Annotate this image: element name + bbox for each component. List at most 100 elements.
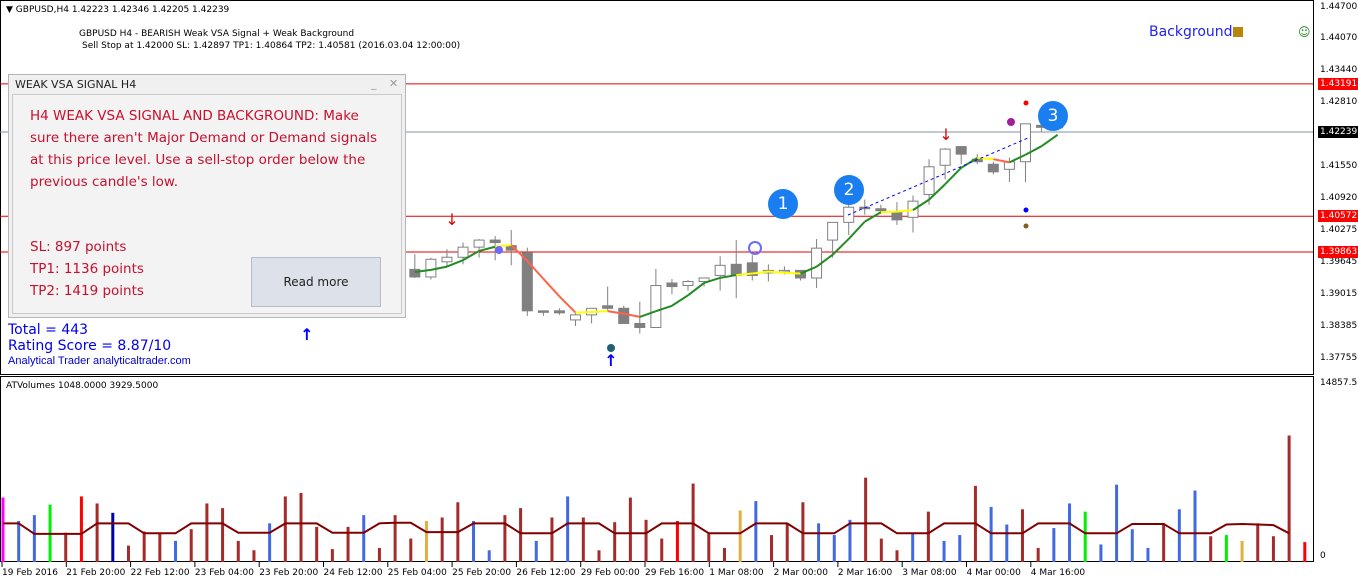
candle-body [891, 211, 903, 221]
sell-arrow-icon: ↓ [939, 125, 952, 144]
candle-body [489, 239, 501, 244]
ma-segment [977, 156, 994, 161]
price-tick: 1.37755 [1320, 352, 1358, 363]
candle-body [955, 146, 967, 155]
ma-segment [542, 278, 561, 298]
candle-body [570, 314, 582, 321]
volume-bar [1, 497, 5, 562]
volume-bar [895, 550, 899, 562]
candle-body [875, 208, 887, 212]
minimize-button[interactable]: _ [371, 77, 377, 90]
volume-bar [989, 506, 993, 562]
volume-bar [409, 538, 413, 562]
panel-title: WEAK VSA SIGNAL H4 [15, 78, 137, 91]
time-tick: 25 Feb 20:00 [452, 568, 512, 578]
volume-bar [330, 549, 334, 562]
volume-bar [613, 522, 617, 562]
buy-arrow-icon: ↑ [300, 325, 313, 344]
volume-indicator-header: ATVolumes 1048.0000 3929.5000 [6, 381, 159, 391]
candle-body [553, 310, 565, 314]
time-tick: 29 Feb 16:00 [645, 568, 705, 578]
volume-bar [315, 526, 319, 562]
sell-arrow-icon: ↓ [445, 210, 458, 229]
candle-body [634, 322, 646, 329]
close-button[interactable]: ✕ [389, 77, 398, 90]
volume-bar [79, 496, 83, 562]
read-more-button[interactable]: Read more [251, 257, 381, 307]
volume-bar [785, 523, 789, 562]
candle-body [923, 166, 935, 196]
candle-body [602, 305, 614, 309]
volume-bar [1115, 484, 1119, 562]
collapse-arrow-icon[interactable]: ▼ [6, 5, 13, 15]
volume-bar [487, 550, 491, 562]
smiley-icon: ☺ [1298, 25, 1311, 39]
signal-badge-3[interactable]: 3 [1038, 101, 1068, 131]
volume-bar [660, 538, 664, 562]
volume-bar [1256, 523, 1260, 562]
volume-tick: 0 [1320, 551, 1326, 561]
signal-dot [1023, 223, 1029, 229]
volume-bar [158, 532, 162, 562]
rating-score: Rating Score = 8.87/10 [8, 338, 172, 354]
volume-bar [440, 517, 444, 562]
volume-bar [236, 540, 240, 562]
time-tick: 29 Feb 00:00 [580, 568, 640, 578]
price-tag: 1.43191 [1318, 77, 1358, 90]
price-tick: 1.43440 [1320, 65, 1358, 76]
ma-segment [591, 310, 608, 313]
volume-bar [1240, 540, 1244, 562]
volume-bar [205, 503, 209, 562]
time-tick: 22 Feb 12:00 [130, 568, 190, 578]
volume-bar [848, 519, 852, 562]
volume-bar [1287, 435, 1291, 562]
time-tick: 2 Mar 00:00 [773, 568, 828, 578]
volume-bar [1036, 547, 1040, 562]
symbol-header: ▼ GBPUSD,H4 1.42223 1.42346 1.42205 1.42… [6, 5, 229, 15]
time-tick: 4 Mar 16:00 [1030, 568, 1086, 578]
price-tick: 1.40275 [1320, 225, 1358, 236]
signal-detail: Sell Stop at 1.42000 SL: 1.42897 TP1: 1.… [82, 41, 461, 51]
volume-bar [707, 532, 711, 562]
volume-bar [299, 492, 303, 562]
volume-bar [1177, 509, 1181, 562]
total-count: Total = 443 [8, 322, 89, 338]
ma-segment [1040, 134, 1059, 148]
price-tick: 1.44070 [1320, 33, 1358, 44]
candle-body [537, 310, 549, 313]
volume-bar [1068, 503, 1072, 562]
signal-title: GBPUSD H4 - BEARISH Weak VSA Signal + We… [79, 29, 355, 39]
volume-bar [126, 545, 130, 562]
time-tick: 21 Feb 20:00 [66, 568, 126, 578]
time-tick: 26 Feb 12:00 [516, 568, 576, 578]
candle-body [987, 163, 999, 173]
volume-bar [32, 515, 36, 562]
volume-bar [1224, 535, 1228, 562]
ma-segment [993, 158, 1010, 164]
volume-bar [1193, 490, 1197, 562]
volume-bar [644, 519, 648, 562]
buy-arrow-icon: ↑ [604, 351, 617, 370]
time-tick: 3 Mar 08:00 [902, 568, 957, 578]
volume-bar [503, 515, 507, 562]
brand-link[interactable]: Analytical Trader analyticaltrader.com [8, 355, 191, 367]
background-legend-label: Background [1149, 24, 1233, 40]
signal-dot [1023, 100, 1029, 106]
volume-bar [942, 540, 946, 562]
symbol-ohlc: GBPUSD,H4 1.42223 1.42346 1.42205 1.4223… [15, 5, 230, 15]
candle-body [939, 148, 951, 166]
volume-bar [189, 529, 193, 562]
volume-bar [1303, 542, 1307, 562]
background-legend-swatch [1233, 27, 1243, 37]
candle-body [473, 239, 485, 248]
volume-bar [1209, 536, 1213, 562]
volume-bar [283, 496, 287, 562]
price-tick: 1.39645 [1320, 257, 1358, 268]
volume-bar [926, 511, 930, 562]
volume-bar [754, 501, 758, 562]
signal-badge-1[interactable]: 1 [768, 189, 798, 219]
volume-bar [252, 550, 256, 562]
price-tick: 1.42810 [1320, 97, 1358, 108]
signal-badge-2[interactable]: 2 [834, 175, 864, 205]
signal-dot [495, 246, 503, 254]
